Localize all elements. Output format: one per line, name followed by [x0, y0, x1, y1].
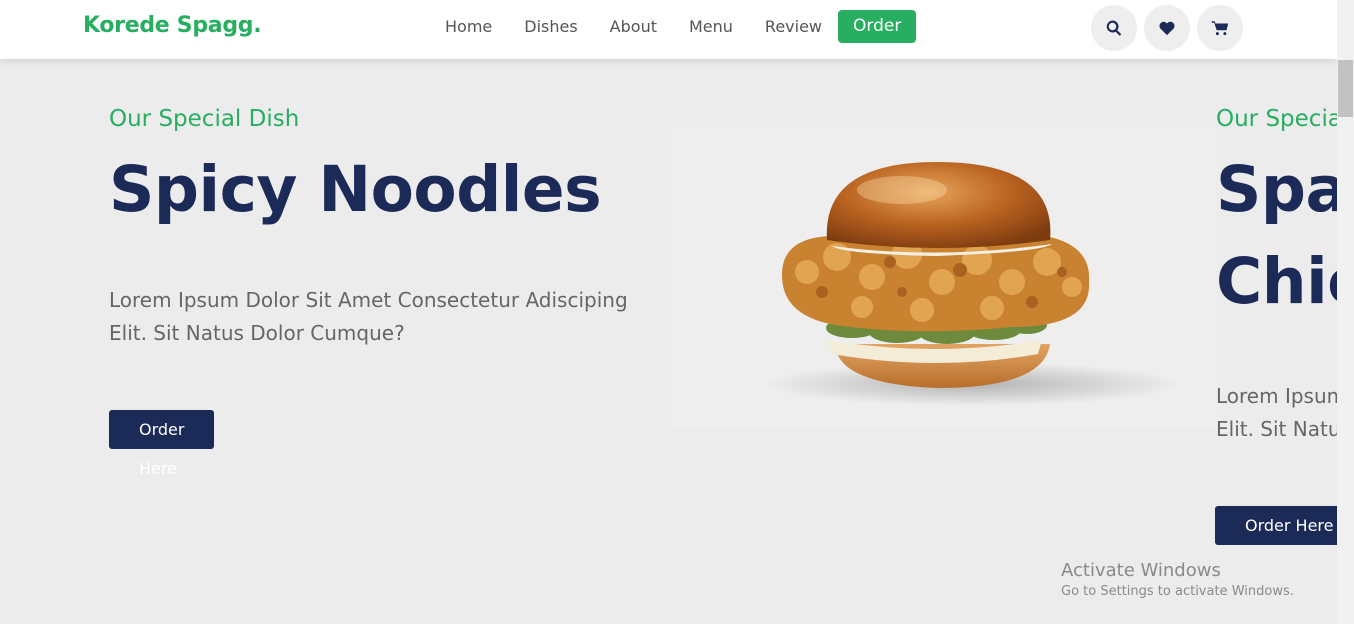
- slide-subtitle: Our Special Dish: [109, 106, 300, 132]
- slide-title: Spicy Noodles: [109, 153, 602, 226]
- main-nav: Home Dishes About Menu Review Order: [445, 10, 917, 43]
- page-scrollbar[interactable]: [1337, 0, 1354, 624]
- nav-order-button[interactable]: Order: [838, 10, 917, 43]
- slide-subtitle: Our Special Dish: [1216, 106, 1337, 132]
- next-slide-peek: Our Special Dish Spa Chic Lorem Ipsum El…: [1215, 0, 1337, 624]
- search-icon: [1106, 20, 1122, 36]
- header-icons: [1091, 5, 1250, 51]
- slide-title-line2: Chic: [1216, 245, 1337, 318]
- cart-icon: [1211, 21, 1229, 36]
- slide-description: Lorem Ipsum Elit. Sit Natu: [1216, 380, 1337, 446]
- top-header: Korede Spagg. Home Dishes About Menu Rev…: [0, 0, 1337, 59]
- site-logo[interactable]: Korede Spagg.: [83, 13, 262, 38]
- slide-description-line2: Elit. Sit Natu: [1216, 417, 1337, 441]
- slide-description-line1: Lorem Ipsum: [1216, 384, 1337, 408]
- burger-image: [762, 162, 1182, 406]
- order-here-button[interactable]: Order Here: [1215, 506, 1337, 545]
- scrollbar-thumb[interactable]: [1338, 60, 1353, 117]
- nav-link-dishes[interactable]: Dishes: [524, 10, 577, 43]
- wishlist-button[interactable]: [1144, 5, 1190, 51]
- nav-link-review[interactable]: Review: [765, 10, 822, 43]
- dish-image: [672, 122, 1215, 428]
- order-here-button[interactable]: Order Here: [109, 410, 215, 478]
- heart-icon: [1159, 21, 1175, 36]
- nav-link-about[interactable]: About: [610, 10, 657, 43]
- nav-link-home[interactable]: Home: [445, 10, 492, 43]
- search-button[interactable]: [1091, 5, 1137, 51]
- cart-button[interactable]: [1197, 5, 1243, 51]
- activate-windows-watermark: Activate Windows Go to Settings to activ…: [1061, 560, 1294, 599]
- nav-link-menu[interactable]: Menu: [689, 10, 733, 43]
- watermark-subtitle: Go to Settings to activate Windows.: [1061, 584, 1294, 599]
- slide-title-line1: Spa: [1216, 153, 1337, 226]
- watermark-title: Activate Windows: [1061, 560, 1221, 581]
- slide-next: Our Special Dish Spa Chic Lorem Ipsum El…: [1215, 0, 1337, 624]
- slide-description: Lorem Ipsum Dolor Sit Amet Consectetur A…: [109, 288, 628, 345]
